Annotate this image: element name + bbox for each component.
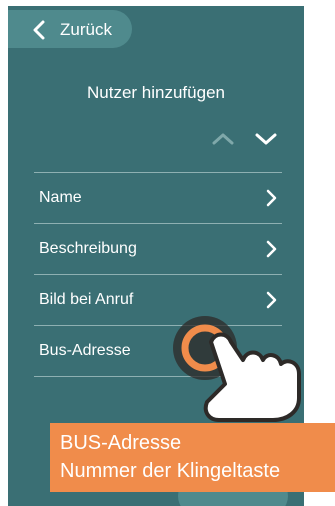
chevron-right-icon [266,189,277,207]
list-item-beschreibung[interactable]: Beschreibung [34,223,282,274]
list-item-label: Name [39,189,82,206]
pointing-hand-icon [173,316,301,422]
list-item-name[interactable]: Name [34,172,282,223]
annotation-callout: BUS-Adresse Nummer der Klingeltaste [50,423,335,492]
chevron-left-icon [33,20,45,40]
list-item-label: Bus-Adresse [39,342,131,359]
back-button-label: Zurück [60,20,112,39]
list-item-label: Bild bei Anruf [39,291,134,308]
chevron-up-icon[interactable] [211,131,235,147]
callout-line-1: BUS-Adresse [60,432,182,454]
callout-line-2: Nummer der Klingeltaste [60,460,281,482]
chevron-down-icon[interactable] [254,131,278,147]
list-item-label: Beschreibung [39,240,137,257]
page-title: Nutzer hinzufügen [87,83,225,102]
back-button[interactable]: Zurück [8,10,132,48]
chevron-right-icon [266,240,277,258]
